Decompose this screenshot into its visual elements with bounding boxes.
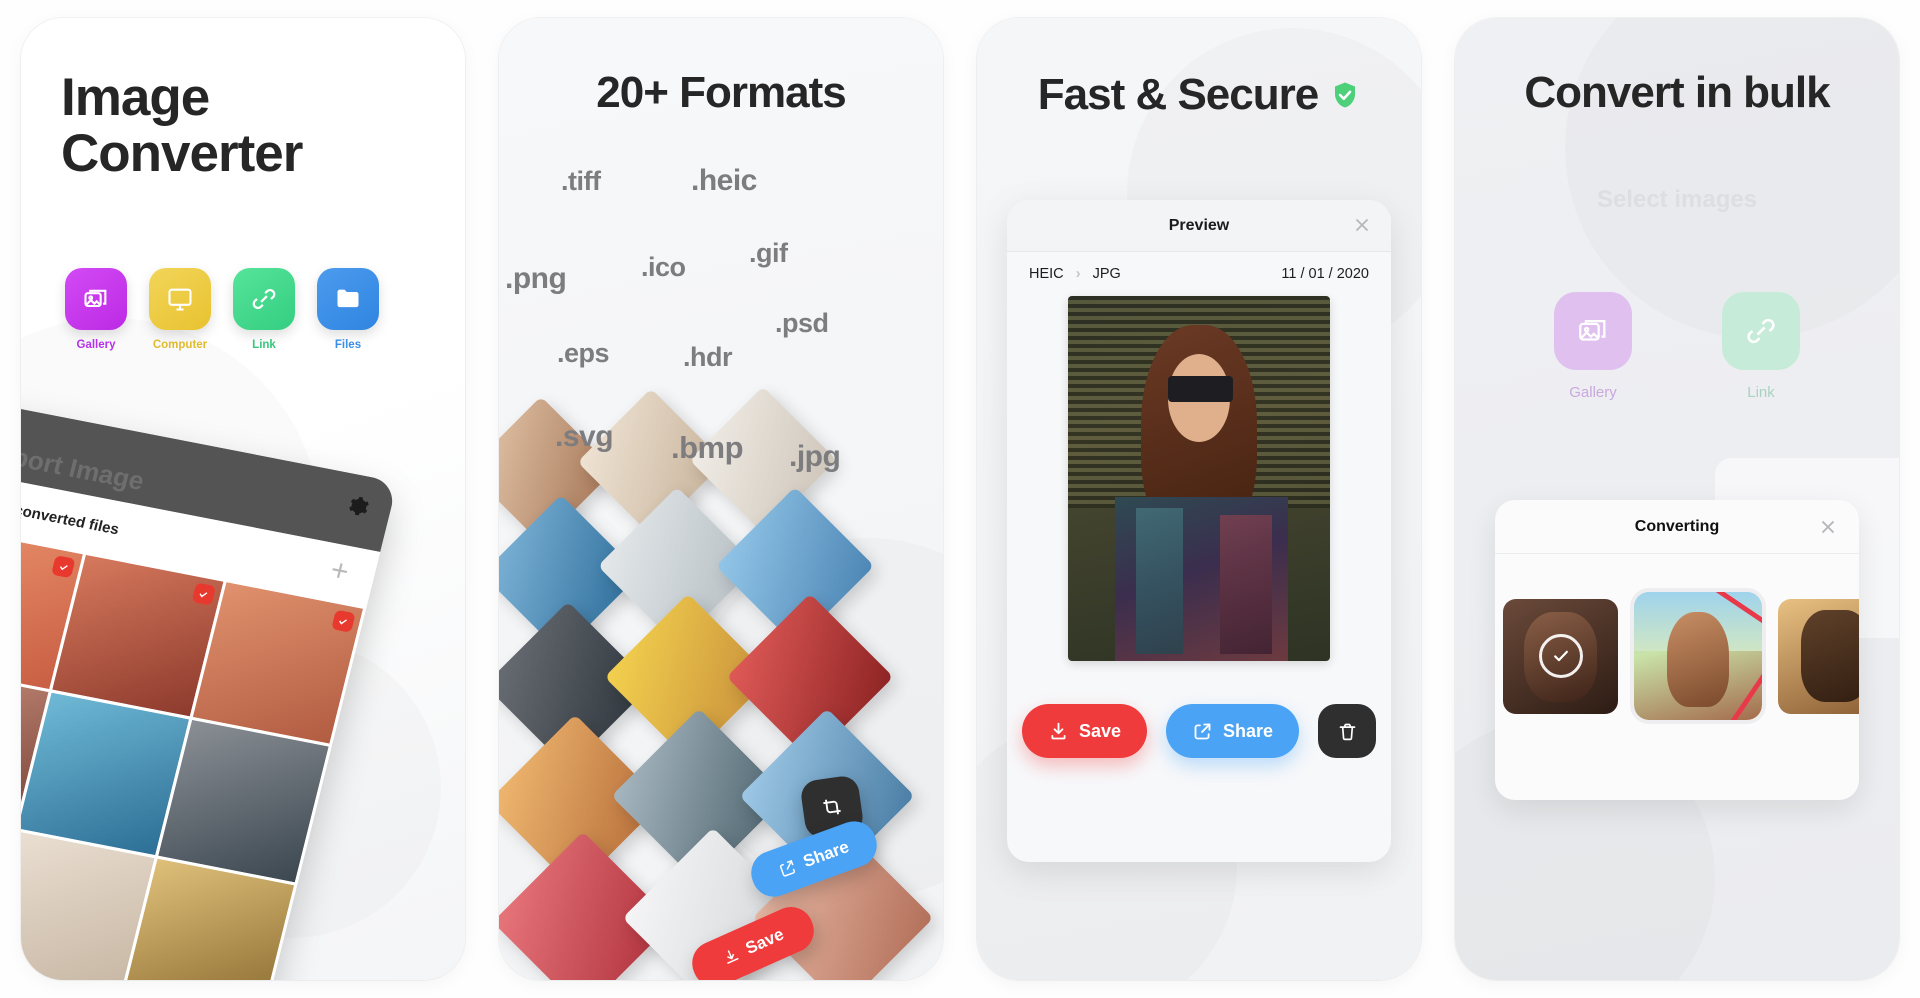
page-title-line2: Converter xyxy=(61,124,303,184)
converted-files-label: My converted files xyxy=(21,496,121,538)
gallery-tile[interactable] xyxy=(65,268,127,330)
chevron-right-icon: › xyxy=(1075,266,1081,282)
source-computer-label: Computer xyxy=(152,339,208,351)
grid-item[interactable] xyxy=(192,582,364,744)
source-files[interactable]: Files xyxy=(317,268,379,351)
share-button-label: Share xyxy=(1223,720,1274,741)
format-label-heic: .heic xyxy=(691,164,757,197)
gallery-tile[interactable] xyxy=(1554,292,1632,370)
converting-title: Converting xyxy=(1634,517,1720,535)
format-label-ico: .ico xyxy=(641,252,686,282)
save-button-label: Save xyxy=(742,924,787,959)
format-label-eps: .eps xyxy=(557,338,610,368)
format-label-hdr: .hdr xyxy=(683,342,733,372)
share-button-label: Share xyxy=(800,837,852,872)
delete-button[interactable] xyxy=(1318,704,1377,758)
files-icon xyxy=(337,289,359,308)
format-label-jpg: .jpg xyxy=(789,440,841,473)
source-link-label: Link xyxy=(252,339,276,351)
source-computer[interactable]: Computer xyxy=(149,268,211,351)
target-format: JPG xyxy=(1092,266,1121,282)
preview-sheet: Preview HEIC › JPG 11 / 01 / 2020 Save S… xyxy=(1007,200,1391,862)
share-icon xyxy=(1194,723,1211,739)
format-label-svg: .svg xyxy=(555,420,614,453)
decorative-blob xyxy=(1565,18,1899,338)
page-title: Image Converter xyxy=(61,68,425,184)
preview-title: Preview xyxy=(1168,216,1230,234)
source-gallery[interactable]: Gallery xyxy=(1554,292,1632,401)
page-title-line1: Image xyxy=(61,68,210,127)
screenshot-gallery: Image Converter Gallery Computer Link Fi… xyxy=(0,0,1920,998)
share-button[interactable]: Share xyxy=(1166,704,1300,758)
converting-card-header: Converting xyxy=(1495,500,1859,554)
source-picker-row: Gallery Computer Link Files xyxy=(65,268,379,351)
computer-icon xyxy=(168,288,192,311)
check-icon xyxy=(1553,650,1568,662)
source-link[interactable]: Link xyxy=(233,268,295,351)
phone-mockup-import: Import Image My converted files + xyxy=(21,400,398,980)
thumbnail-done[interactable] xyxy=(1503,598,1618,714)
link-tile[interactable] xyxy=(233,268,295,330)
check-ring xyxy=(1538,634,1583,678)
ghost-hint-text: Select images xyxy=(1596,186,1758,213)
panel-image-converter: Image Converter Gallery Computer Link Fi… xyxy=(21,18,465,980)
save-button-label: Save xyxy=(1078,720,1121,741)
source-picker-row: Gallery Link xyxy=(1455,292,1899,401)
progress-ring xyxy=(1634,592,1762,720)
format-label-bmp: .bmp xyxy=(671,430,744,465)
thumbnail-active[interactable] xyxy=(1630,588,1766,724)
page-title: Fast & Secure xyxy=(977,70,1421,119)
files-tile[interactable] xyxy=(317,268,379,330)
plus-icon[interactable]: + xyxy=(327,553,352,588)
gallery-icon xyxy=(1579,319,1606,341)
thumbnail-queued[interactable] xyxy=(1778,598,1859,714)
link-tile[interactable] xyxy=(1722,292,1800,370)
source-link-label: Link xyxy=(1747,384,1775,401)
gallery-icon xyxy=(84,289,107,308)
format-breadcrumb: HEIC › JPG xyxy=(1029,266,1121,282)
preview-sheet-header: Preview xyxy=(1007,200,1391,252)
source-format: HEIC xyxy=(1029,266,1064,282)
source-files-label: Files xyxy=(334,339,362,351)
page-title-text: Fast & Secure xyxy=(1037,70,1319,119)
close-icon[interactable] xyxy=(1351,214,1373,236)
format-label-psd: .psd xyxy=(775,308,829,338)
shield-check-icon xyxy=(1335,82,1356,108)
format-label-tiff: .tiff xyxy=(561,166,601,196)
conversion-date: 11 / 01 / 2020 xyxy=(1281,266,1369,282)
gear-icon[interactable] xyxy=(343,493,371,523)
preview-actions: Save Share xyxy=(1007,704,1391,758)
link-icon xyxy=(1747,318,1775,344)
trash-icon xyxy=(1339,723,1355,740)
share-icon xyxy=(780,859,796,877)
conversion-meta-row: HEIC › JPG 11 / 01 / 2020 xyxy=(1007,252,1391,290)
format-label-png: .png xyxy=(505,262,567,295)
source-gallery-label: Gallery xyxy=(1569,384,1617,401)
source-gallery-label: Gallery xyxy=(76,339,116,351)
grid-item[interactable] xyxy=(157,720,329,882)
download-icon xyxy=(727,950,739,964)
source-gallery[interactable]: Gallery xyxy=(65,268,127,351)
link-icon xyxy=(252,288,276,310)
page-title: 20+ Formats xyxy=(596,68,846,117)
download-icon xyxy=(1051,722,1066,739)
computer-tile[interactable] xyxy=(149,268,211,330)
save-button[interactable]: Save xyxy=(1021,704,1147,758)
source-link[interactable]: Link xyxy=(1722,292,1800,401)
crop-icon xyxy=(823,799,841,815)
preview-image[interactable] xyxy=(1068,296,1330,661)
format-label-gif: .gif xyxy=(749,238,788,268)
done-overlay xyxy=(1503,599,1618,714)
panel-fast-secure: Fast & Secure Preview HEIC › JPG 11 / 01… xyxy=(977,18,1421,980)
close-icon[interactable] xyxy=(1817,516,1839,538)
panel-bulk: Convert in bulk Select images Gallery Li… xyxy=(1455,18,1899,980)
converting-thumbnails xyxy=(1495,588,1859,724)
converting-card: Converting xyxy=(1495,500,1859,800)
format-fan xyxy=(499,18,943,980)
panel-formats: 20+ Formats .tiff .heic .png .ico .gif .… xyxy=(499,18,943,980)
page-title: Convert in bulk xyxy=(1524,68,1830,117)
